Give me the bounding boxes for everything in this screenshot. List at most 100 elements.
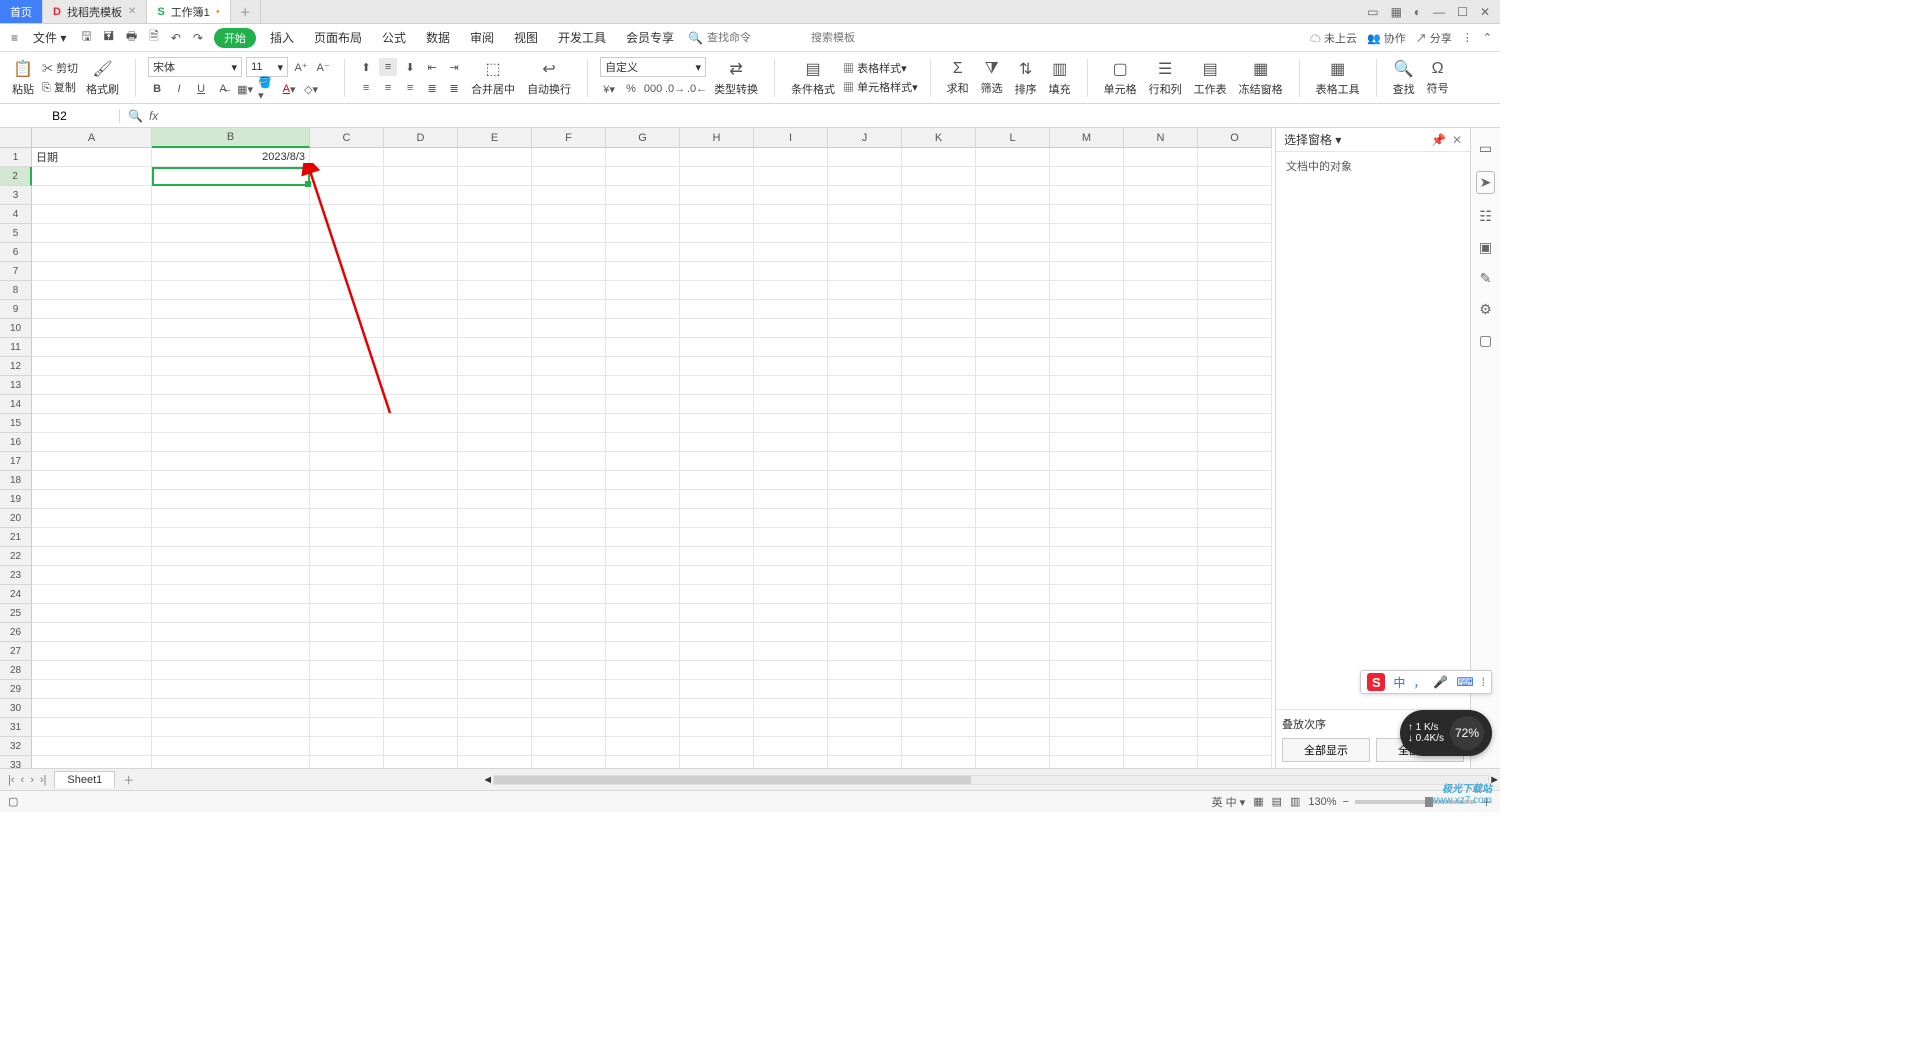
cell-I5[interactable] (754, 224, 828, 243)
cell-N8[interactable] (1124, 281, 1198, 300)
row-header[interactable]: 32 (0, 737, 32, 756)
cell-E9[interactable] (458, 300, 532, 319)
cell-L9[interactable] (976, 300, 1050, 319)
cell-M22[interactable] (1050, 547, 1124, 566)
cell-J12[interactable] (828, 357, 902, 376)
cell-O6[interactable] (1198, 243, 1272, 262)
align-center-icon[interactable]: ≡ (379, 79, 397, 97)
sort-button[interactable]: ⇅排序 (1011, 57, 1041, 99)
cell-M24[interactable] (1050, 585, 1124, 604)
row-header[interactable]: 21 (0, 528, 32, 547)
cell-K9[interactable] (902, 300, 976, 319)
cell-C13[interactable] (310, 376, 384, 395)
cell-L15[interactable] (976, 414, 1050, 433)
cell-H11[interactable] (680, 338, 754, 357)
cell-H31[interactable] (680, 718, 754, 737)
cell-A25[interactable] (32, 604, 152, 623)
cell-J30[interactable] (828, 699, 902, 718)
cell-B15[interactable] (152, 414, 310, 433)
cell-D19[interactable] (384, 490, 458, 509)
cell-J5[interactable] (828, 224, 902, 243)
cell-H8[interactable] (680, 281, 754, 300)
row-header[interactable]: 18 (0, 471, 32, 490)
cell-E22[interactable] (458, 547, 532, 566)
menu-start[interactable]: 开始 (214, 28, 256, 48)
cell-H16[interactable] (680, 433, 754, 452)
cell-M11[interactable] (1050, 338, 1124, 357)
cell-A30[interactable] (32, 699, 152, 718)
menu-dev[interactable]: 开发工具 (552, 27, 612, 48)
cell-H26[interactable] (680, 623, 754, 642)
cell-L14[interactable] (976, 395, 1050, 414)
cell-G28[interactable] (606, 661, 680, 680)
cell-D32[interactable] (384, 737, 458, 756)
cell-K23[interactable] (902, 566, 976, 585)
row-header[interactable]: 17 (0, 452, 32, 471)
cell-A8[interactable] (32, 281, 152, 300)
net-speed-widget[interactable]: ↑ 1 K/s ↓ 0.4K/s 72% (1400, 710, 1492, 756)
cell-H15[interactable] (680, 414, 754, 433)
print-preview-icon[interactable]: 🗎 (146, 25, 162, 50)
cell-I32[interactable] (754, 737, 828, 756)
cell-F7[interactable] (532, 262, 606, 281)
cell-D12[interactable] (384, 357, 458, 376)
cell-E23[interactable] (458, 566, 532, 585)
cell-C23[interactable] (310, 566, 384, 585)
cell-A10[interactable] (32, 319, 152, 338)
cancel-fx-icon[interactable]: 🔍 (128, 109, 143, 123)
cell-C4[interactable] (310, 205, 384, 224)
cell-G33[interactable] (606, 756, 680, 768)
col-header-O[interactable]: O (1198, 128, 1272, 148)
cell-F5[interactable] (532, 224, 606, 243)
fill-button[interactable]: ▥填充 (1045, 57, 1075, 99)
cell-I30[interactable] (754, 699, 828, 718)
cell-J19[interactable] (828, 490, 902, 509)
cell-G16[interactable] (606, 433, 680, 452)
row-header[interactable]: 3 (0, 186, 32, 205)
row-header[interactable]: 13 (0, 376, 32, 395)
cell-E12[interactable] (458, 357, 532, 376)
cell-G7[interactable] (606, 262, 680, 281)
cell-J33[interactable] (828, 756, 902, 768)
cell-A1[interactable]: 日期 (32, 148, 152, 167)
cell-A3[interactable] (32, 186, 152, 205)
cell-J10[interactable] (828, 319, 902, 338)
table-style-button[interactable]: ▦ 表格样式▾ (843, 60, 918, 76)
cell-J15[interactable] (828, 414, 902, 433)
cell-O8[interactable] (1198, 281, 1272, 300)
cell-C21[interactable] (310, 528, 384, 547)
cell-A23[interactable] (32, 566, 152, 585)
cell-M23[interactable] (1050, 566, 1124, 585)
cell-M13[interactable] (1050, 376, 1124, 395)
cell-A20[interactable] (32, 509, 152, 528)
cell-C3[interactable] (310, 186, 384, 205)
sidebar-style-icon[interactable]: ✎ (1480, 270, 1492, 287)
cell-K29[interactable] (902, 680, 976, 699)
cell-O20[interactable] (1198, 509, 1272, 528)
cell-H6[interactable] (680, 243, 754, 262)
col-header-C[interactable]: C (310, 128, 384, 148)
sidebar-help-icon[interactable]: ▢ (1479, 332, 1492, 349)
cell-N30[interactable] (1124, 699, 1198, 718)
cell-I1[interactable] (754, 148, 828, 167)
cut-button[interactable]: ✂ 剪切 (42, 60, 78, 76)
cell-B30[interactable] (152, 699, 310, 718)
cell-I24[interactable] (754, 585, 828, 604)
cell-I26[interactable] (754, 623, 828, 642)
cell-F6[interactable] (532, 243, 606, 262)
cell-D14[interactable] (384, 395, 458, 414)
cell-L19[interactable] (976, 490, 1050, 509)
cell-B4[interactable] (152, 205, 310, 224)
cell-O27[interactable] (1198, 642, 1272, 661)
cell-O13[interactable] (1198, 376, 1272, 395)
cell-J11[interactable] (828, 338, 902, 357)
cell-N22[interactable] (1124, 547, 1198, 566)
cell-C27[interactable] (310, 642, 384, 661)
row-header[interactable]: 29 (0, 680, 32, 699)
cell-D31[interactable] (384, 718, 458, 737)
cell-J16[interactable] (828, 433, 902, 452)
cell-J31[interactable] (828, 718, 902, 737)
cell-D13[interactable] (384, 376, 458, 395)
cell-E28[interactable] (458, 661, 532, 680)
cell-J14[interactable] (828, 395, 902, 414)
